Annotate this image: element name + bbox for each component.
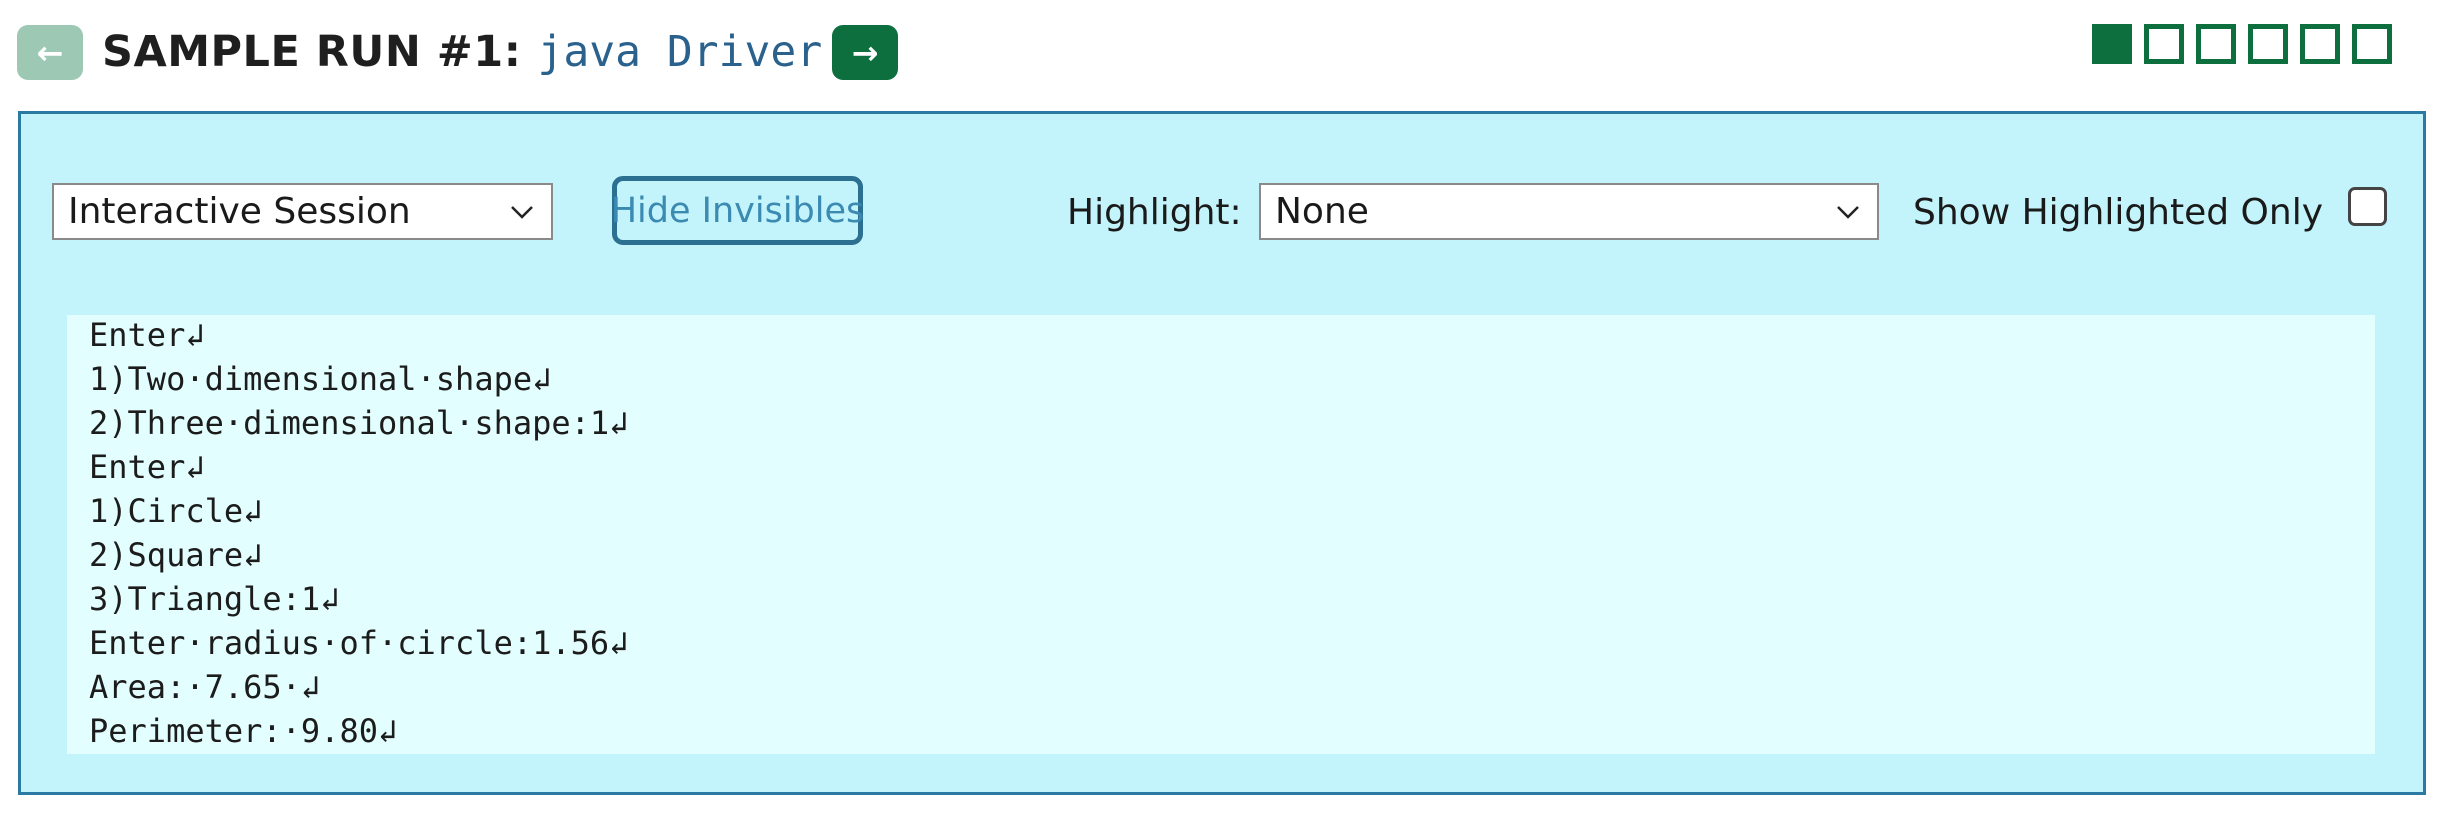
run-progress-indicator — [2092, 24, 2392, 64]
progress-step-2[interactable] — [2144, 24, 2184, 64]
console-line: Enter·radius·of·circle:1.56↲ — [89, 624, 629, 662]
console-line: 1)Circle↲ — [89, 492, 263, 530]
console-line: 2)Square↲ — [89, 536, 263, 574]
console-line: 3)Triangle:1↲ — [89, 580, 340, 618]
arrow-left-icon: ← — [36, 33, 64, 72]
hide-invisibles-button[interactable]: Hide Invisibles — [611, 176, 864, 245]
console-line: Area:·7.65·↲ — [89, 668, 321, 706]
console-line: Perimeter:·9.80↲ — [89, 712, 398, 750]
arrow-right-icon: → — [851, 33, 879, 72]
show-highlighted-only-label: Show Highlighted Only — [1913, 192, 2324, 233]
previous-run-button[interactable]: ← — [17, 25, 83, 80]
progress-step-5[interactable] — [2300, 24, 2340, 64]
highlight-label: Highlight: — [1067, 192, 1242, 233]
console-output: Enter↲ 1)Two·dimensional·shape↲ 2)Three·di… — [67, 315, 2375, 754]
highlight-value: None — [1275, 191, 1369, 232]
show-highlighted-only-checkbox[interactable] — [2348, 187, 2387, 226]
sample-run-view: ← SAMPLE RUN #1: java Driver → Interacti… — [0, 0, 2442, 813]
page-title: SAMPLE RUN #1: java Driver — [102, 22, 822, 82]
chevron-down-icon — [511, 205, 533, 219]
sample-run-label: SAMPLE RUN #1: — [102, 27, 522, 77]
console-line: 1)Two·dimensional·shape↲ — [89, 360, 552, 398]
console-line: Enter↲ — [89, 448, 205, 486]
chevron-down-icon — [1837, 205, 1859, 219]
session-type-select[interactable]: Interactive Session — [52, 183, 553, 240]
next-run-button[interactable]: → — [832, 25, 898, 80]
progress-step-6[interactable] — [2352, 24, 2392, 64]
progress-step-4[interactable] — [2248, 24, 2288, 64]
session-panel: Interactive Session Hide Invisibles High… — [18, 111, 2426, 795]
session-type-value: Interactive Session — [68, 191, 411, 232]
highlight-select[interactable]: None — [1259, 183, 1879, 240]
run-command: java Driver — [537, 27, 823, 77]
progress-step-3[interactable] — [2196, 24, 2236, 64]
console-line: Enter↲ — [89, 316, 205, 354]
progress-step-1[interactable] — [2092, 24, 2132, 64]
console-line: 2)Three·dimensional·shape:1↲ — [89, 404, 629, 442]
